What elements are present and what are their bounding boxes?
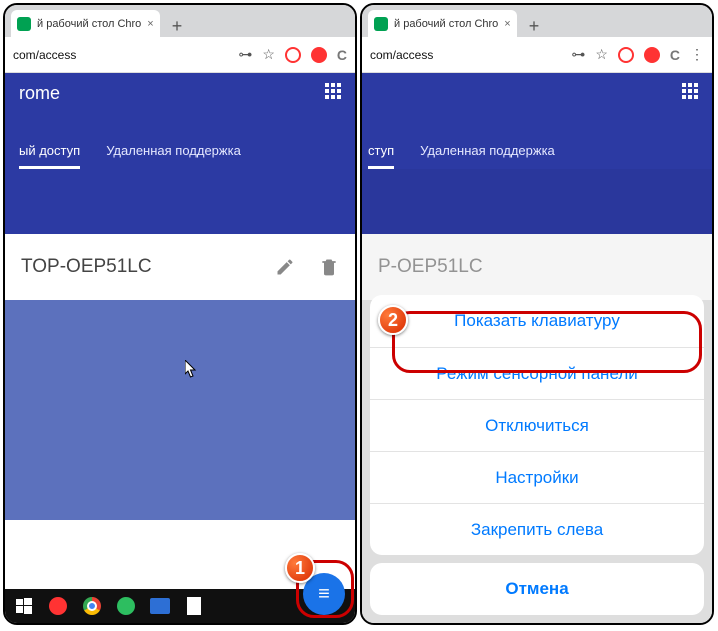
yandex-icon[interactable] bbox=[618, 47, 634, 63]
opera-icon[interactable] bbox=[311, 47, 327, 63]
edit-icon[interactable] bbox=[275, 257, 295, 277]
close-icon[interactable]: × bbox=[504, 18, 510, 30]
close-icon[interactable]: × bbox=[147, 18, 153, 30]
browser-tab[interactable]: й рабочий стол Chro × bbox=[368, 10, 517, 37]
tab-remote-support[interactable]: Удаленная поддержка bbox=[420, 143, 555, 169]
url: com/access bbox=[13, 48, 76, 62]
extension-c-icon[interactable]: C bbox=[670, 47, 680, 63]
sheet-show-keyboard[interactable]: Показать клавиатуру bbox=[370, 295, 704, 347]
footer-link-privacy[interactable]: Конфиденциальность bbox=[57, 574, 189, 589]
app-title: rome bbox=[19, 83, 341, 104]
hamburger-icon: ≡ bbox=[318, 583, 330, 606]
key-icon[interactable]: ⊶ bbox=[571, 46, 585, 63]
taskbar-opera-icon[interactable] bbox=[43, 592, 73, 620]
new-tab-button[interactable]: + bbox=[523, 16, 546, 37]
sheet-dock-left[interactable]: Закрепить слева bbox=[370, 503, 704, 555]
device-row[interactable]: TOP-OEP51LC bbox=[5, 234, 355, 300]
sheet-disconnect[interactable]: Отключиться bbox=[370, 399, 704, 451]
extension-c-icon[interactable]: C bbox=[337, 47, 347, 63]
sheet-trackpad-mode[interactable]: Режим сенсорной панели bbox=[370, 347, 704, 399]
tab-remote-access[interactable]: ый доступ bbox=[19, 143, 80, 169]
favicon-icon bbox=[374, 17, 388, 31]
tab-remote-support[interactable]: Удаленная поддержка bbox=[106, 143, 241, 169]
action-sheet-backdrop[interactable]: Показать клавиатуру Режим сенсорной пане… bbox=[362, 169, 712, 623]
remote-desktop-area[interactable] bbox=[5, 300, 355, 520]
browser-tab[interactable]: й рабочий стол Chro × bbox=[11, 10, 160, 37]
browser-tabbar: й рабочий стол Chro × + bbox=[362, 5, 712, 37]
apps-grid-icon[interactable] bbox=[682, 83, 698, 99]
taskbar-camera-icon[interactable] bbox=[145, 592, 175, 620]
address-bar[interactable]: com/access ⊶ ☆ C ⋮ bbox=[362, 37, 712, 73]
app-title bbox=[368, 83, 698, 104]
menu-dots-icon[interactable]: ⋮ bbox=[690, 46, 704, 63]
new-tab-button[interactable]: + bbox=[166, 16, 189, 37]
app-header: ступ Удаленная поддержка bbox=[362, 73, 712, 169]
yandex-icon[interactable] bbox=[285, 47, 301, 63]
cursor-icon bbox=[185, 360, 197, 378]
device-name: TOP-OEP51LC bbox=[21, 256, 152, 278]
tab-remote-access[interactable]: ступ bbox=[368, 143, 394, 169]
windows-start-icon[interactable] bbox=[9, 592, 39, 620]
sheet-cancel[interactable]: Отмена bbox=[370, 563, 704, 615]
sheet-settings[interactable]: Настройки bbox=[370, 451, 704, 503]
browser-tabbar: й рабочий стол Chro × + bbox=[5, 5, 355, 37]
star-icon[interactable]: ☆ bbox=[595, 46, 608, 63]
apps-grid-icon[interactable] bbox=[325, 83, 341, 99]
app-header: rome ый доступ Удаленная поддержка bbox=[5, 73, 355, 169]
action-sheet: Показать клавиатуру Режим сенсорной пане… bbox=[370, 295, 704, 615]
address-bar[interactable]: com/access ⊶ ☆ C bbox=[5, 37, 355, 73]
taskbar-elephant-icon[interactable] bbox=[111, 592, 141, 620]
callout-badge-2: 2 bbox=[378, 305, 408, 335]
star-icon[interactable]: ☆ bbox=[262, 46, 275, 63]
callout-badge-1: 1 bbox=[285, 553, 315, 583]
delete-icon[interactable] bbox=[319, 257, 339, 277]
favicon-icon bbox=[17, 17, 31, 31]
footer-link[interactable]: ts. bbox=[19, 574, 33, 589]
opera-icon[interactable] bbox=[644, 47, 660, 63]
taskbar-doc-icon[interactable] bbox=[179, 592, 209, 620]
taskbar-chrome-icon[interactable] bbox=[77, 592, 107, 620]
url: com/access bbox=[370, 48, 433, 62]
tab-title: й рабочий стол Chro bbox=[394, 18, 498, 30]
content-area: P-OEP51LC Показать клавиатуру Режим сенс… bbox=[362, 169, 712, 623]
key-icon[interactable]: ⊶ bbox=[238, 46, 252, 63]
tab-title: й рабочий стол Chro bbox=[37, 18, 141, 30]
